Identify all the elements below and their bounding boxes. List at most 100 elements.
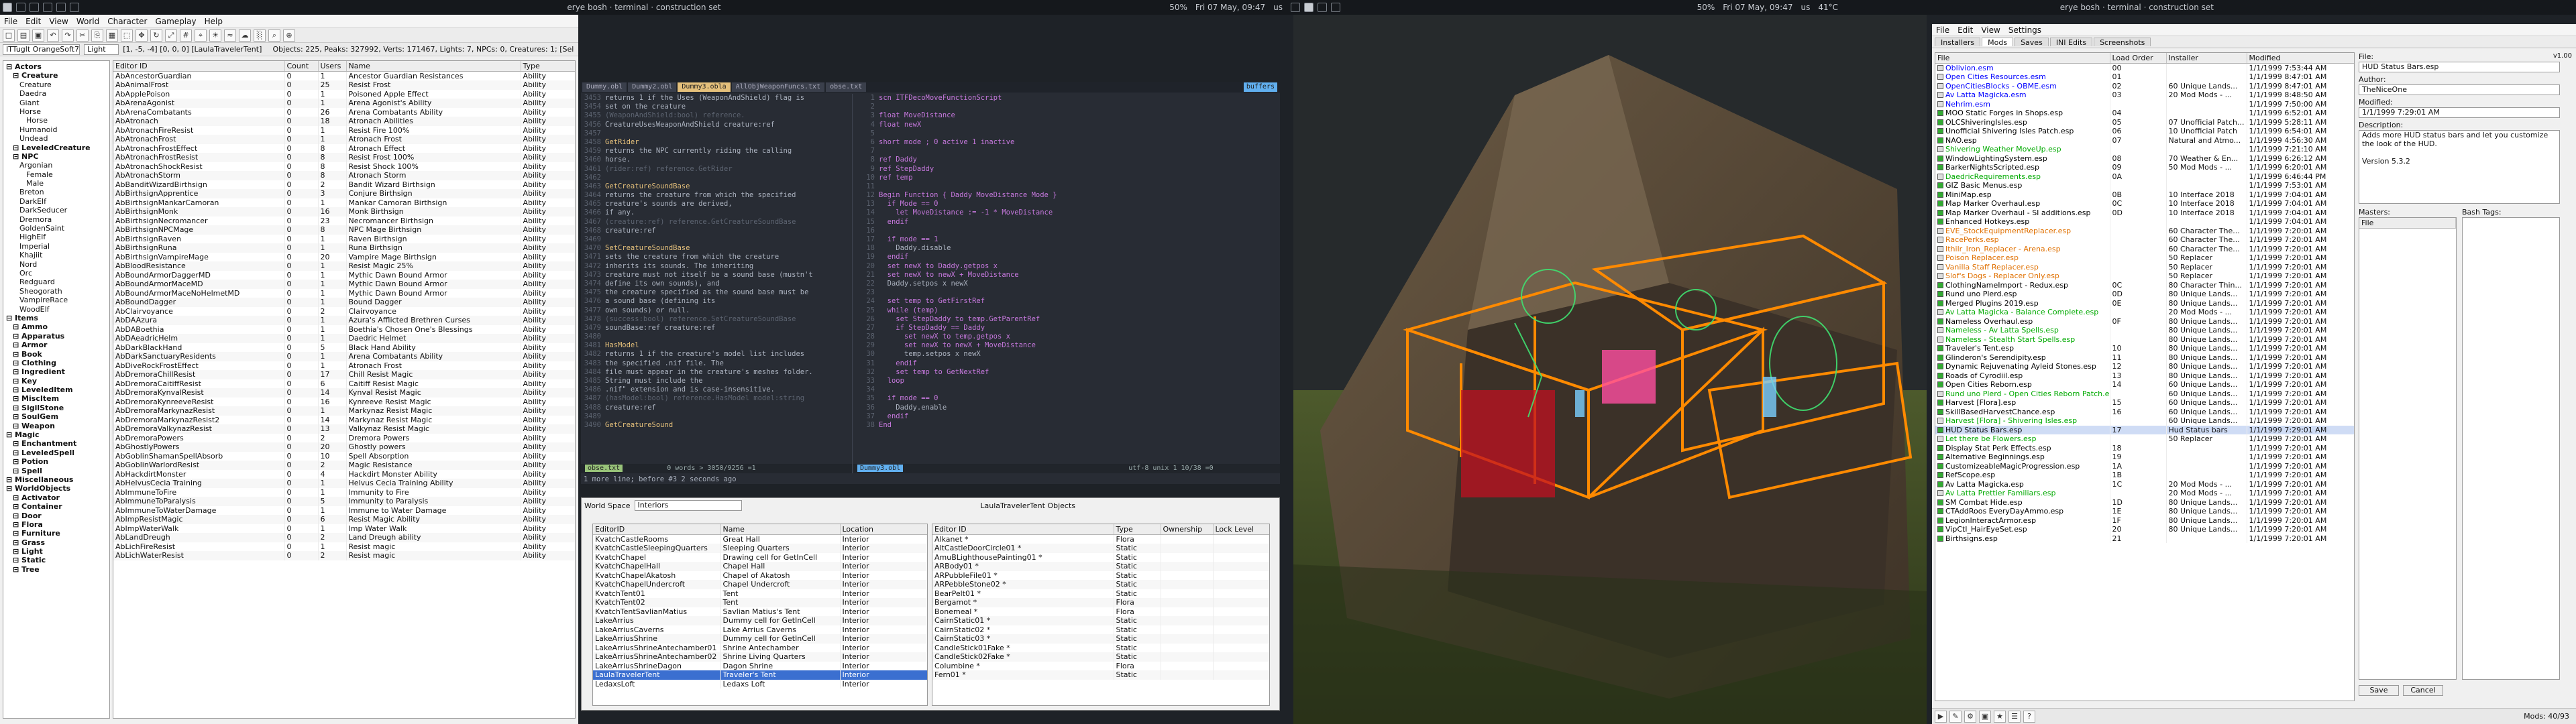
mod-row[interactable]: Merged Plugins 2019.esp 0E 80 Unique Lands… (1935, 298, 2354, 308)
copy-icon[interactable]: ⎘ (91, 29, 103, 42)
clock[interactable]: Fri 07 May, 09:47 (1195, 3, 1265, 12)
mod-checkbox[interactable] (1937, 472, 1943, 478)
workspace-2[interactable] (1304, 3, 1313, 12)
mod-checkbox[interactable] (1937, 255, 1943, 261)
object-row[interactable]: AbDAAzura 0 1 Azura's Afflicted Brethren Cu… (113, 316, 575, 325)
tree-item[interactable]: VampireRace (3, 296, 109, 304)
tree-item[interactable]: ⊟ Ammo (3, 322, 109, 331)
ref-col-editor-id[interactable]: Editor ID (932, 524, 1114, 535)
tree-item[interactable]: ⊟ Furniture (3, 529, 109, 538)
tree-item[interactable]: ⊟ Grass (3, 538, 109, 547)
mod-row[interactable]: HUD Status Bars.esp 17 Hud Status bars 1/1/… (1935, 425, 2354, 434)
tree-item[interactable]: ⊟ Activator (3, 493, 109, 502)
mod-row[interactable]: Av Latta Magicka.esp 1C 20 Mod Mods - ... 1… (1935, 479, 2354, 489)
mod-checkbox[interactable] (1937, 273, 1943, 279)
cs-menu-edit[interactable]: Edit (25, 17, 41, 26)
workspace-2[interactable] (16, 3, 25, 12)
workspace-1[interactable] (3, 3, 12, 12)
zoom-icon[interactable]: ⊕ (283, 29, 295, 42)
object-row[interactable]: AbAtronach 0 18 Atronach Abilities Ability (113, 117, 575, 126)
tree-item[interactable]: Undead (3, 134, 109, 143)
mod-checkbox[interactable] (1937, 74, 1943, 80)
tree-item[interactable]: ⊟ Creature (3, 71, 109, 80)
help-icon[interactable]: ? (2023, 710, 2035, 723)
tree-item[interactable]: ⊟ Flora (3, 520, 109, 529)
tree-item[interactable]: ⊟ Clothing (3, 359, 109, 367)
mod-row[interactable]: Roads of Cyrodiil.esp 13 80 Unique Lands..… (1935, 371, 2354, 380)
object-row[interactable]: AbAtronachFrost 0 1 Atronach Frost Ability (113, 135, 575, 144)
mod-checkbox[interactable] (1937, 426, 1943, 433)
mod-row[interactable]: Let there be Flowers.esp 50 Replacer 1/1/1… (1935, 434, 2354, 444)
cs-menu-world[interactable]: World (76, 17, 99, 26)
masters-col-file[interactable]: File (2359, 218, 2456, 229)
mod-row[interactable]: VipCtl_HairEyeSet.esp 20 80 Unique Lands..… (1935, 525, 2354, 534)
ref-row[interactable]: Bonemeal * Flora (932, 607, 1269, 616)
ref-col-lock-level[interactable]: Lock Level (1213, 524, 1269, 535)
keyboard-layout[interactable]: us (1273, 3, 1283, 12)
mod-checkbox[interactable] (1937, 336, 1943, 343)
ref-row[interactable]: CairnStatic02 * Static (932, 625, 1269, 634)
mod-row[interactable]: RefScope.esp 1B 1/1/1999 7:20:01 AM (1935, 471, 2354, 480)
cell-row[interactable]: LakeArriusShrineAntechamber02 Shrine Livi… (593, 652, 927, 662)
mod-checkbox[interactable] (1937, 517, 1943, 524)
bash-tab-installers[interactable]: Installers (1935, 38, 1981, 47)
cancel-button[interactable]: Cancel (2403, 685, 2443, 696)
bash-tab-saves[interactable]: Saves (2015, 38, 2049, 47)
object-category-tree[interactable]: ⊟ Actors ⊟ Creature Creature Daedra Giant Hor… (3, 60, 110, 719)
mods-col-file[interactable]: File (1935, 53, 2110, 64)
water-icon[interactable]: ≈ (224, 29, 236, 42)
mod-checkbox[interactable] (1937, 400, 1943, 406)
mod-checkbox[interactable] (1937, 390, 1943, 397)
object-row[interactable]: AbDAeadricHelm 0 1 Daedric Helmet Ability (113, 334, 575, 343)
object-row[interactable]: AbImmuneToFire 0 1 Immunity to Fire Ability (113, 487, 575, 497)
boss-icon[interactable]: ★ (1994, 710, 2006, 723)
mod-row[interactable]: Enhanced Hotkeys.esp 1/1/1999 7:04:01 AM (1935, 217, 2354, 227)
mod-checkbox[interactable] (1937, 164, 1943, 170)
object-row[interactable]: AbDremoraKynreeveResist 0 16 Kynreeve Resis… (113, 397, 575, 406)
mod-checkbox[interactable] (1937, 146, 1943, 152)
mod-row[interactable]: Nameless - Av Latta Spells.esp 80 Unique … (1935, 326, 2354, 335)
mod-checkbox[interactable] (1937, 119, 1943, 125)
mods-col-load-order[interactable]: Load Order (2110, 53, 2167, 64)
ref-row[interactable]: ARBody01 * Static (932, 562, 1269, 571)
tree-item[interactable]: ⊟ Door (3, 511, 109, 520)
settings-icon[interactable]: ☰ (2008, 710, 2021, 723)
clock[interactable]: Fri 07 May, 09:47 (1723, 3, 1792, 12)
mod-row[interactable]: EVE_StockEquipmentReplacer.esp 60 Charact… (1935, 226, 2354, 235)
object-row[interactable]: AbClairvoyance 0 2 Clairvoyance Ability (113, 306, 575, 316)
cell-col-location[interactable]: Location (840, 524, 927, 535)
object-list[interactable]: Editor ID Count Users Name Type AbAncestorGu… (113, 60, 576, 719)
sky-icon[interactable]: ☁ (239, 29, 251, 42)
object-col-count[interactable]: Count (284, 61, 319, 72)
object-row[interactable]: AbBoundArmorMaceMD 0 1 Mythic Dawn Bound Ar… (113, 280, 575, 289)
tree-item[interactable]: ⊟ Ingredient (3, 367, 109, 376)
masters-list[interactable]: File (2359, 217, 2457, 680)
object-row[interactable]: AbGoblinShamanSpellAbsorb 0 10 Spell Absorp… (113, 451, 575, 461)
editor-right-pane[interactable]: 1 scn ITFDecoMoveFunctionScript 2 3 float Mo… (855, 94, 1277, 463)
mod-checkbox[interactable] (1937, 245, 1943, 252)
text-editor[interactable]: Dummy.obl Dummy2.obl Dummy3.obla AllObjWeap… (581, 82, 1280, 484)
tree-item[interactable]: WoodElf (3, 305, 109, 314)
tree-item[interactable]: Giant (3, 99, 109, 107)
mod-row[interactable]: Alternative Beginnings.esp 19 1/1/1999 7:2… (1935, 452, 2354, 462)
tree-item[interactable]: ⊟ Key (3, 377, 109, 385)
bash-menu-view[interactable]: View (1981, 25, 2000, 35)
mod-row[interactable]: Nameless - Stealth Start Spells.esp 80 Un… (1935, 335, 2354, 344)
cell-row[interactable]: KvatchChapelUndercroft Chapel Undercroft I… (593, 580, 927, 589)
mod-checkbox[interactable] (1937, 128, 1943, 134)
tree-item[interactable]: Breton (3, 188, 109, 196)
tree-item[interactable]: Nord (3, 260, 109, 269)
file-field[interactable]: HUD Status Bars.esp (2359, 62, 2560, 72)
object-row[interactable]: AbBoundArmorMaceNoHelmetMD 0 1 Mythic Dawn … (113, 288, 575, 298)
mod-row[interactable]: Ithilr_Iron_Replacer - Arena.esp 60 Chara… (1935, 244, 2354, 253)
workspace-5[interactable] (56, 3, 66, 12)
bash-tab-mods[interactable]: Mods (1982, 38, 2014, 47)
object-col-name[interactable]: Name (346, 61, 521, 72)
mod-checkbox[interactable] (1937, 418, 1943, 424)
cell-list[interactable]: EditorID Name Location KvatchCastleRooms Gr… (592, 524, 928, 706)
tree-item[interactable]: Khajiit (3, 251, 109, 259)
cell-row[interactable]: LaulaTravelerTent Traveler's Tent Interior (593, 670, 927, 680)
object-row[interactable]: AbImmuneToWaterDamage 0 1 Immune to Water D… (113, 505, 575, 515)
mod-row[interactable]: SM Combat Hide.esp 1D 80 Unique Lands... 1/… (1935, 497, 2354, 507)
object-row[interactable]: AbDiveRockFrostEffect 0 1 Atronach Frost Abi… (113, 361, 575, 370)
